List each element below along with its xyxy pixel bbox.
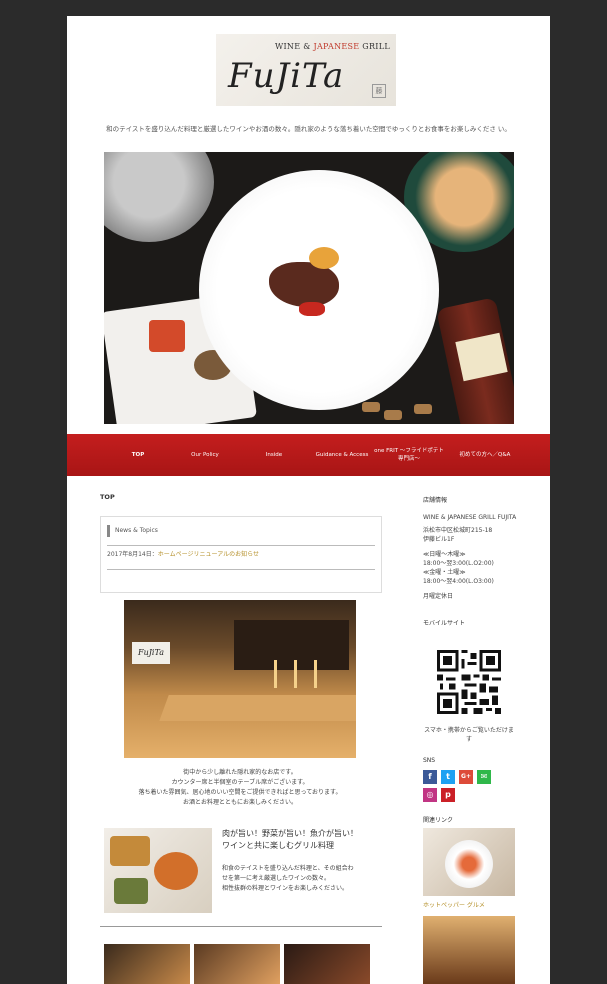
qr-code (437, 650, 501, 714)
facebook-icon[interactable]: f (423, 770, 437, 784)
nav-item-top[interactable]: TOP (107, 434, 169, 476)
hero-food-image (104, 152, 514, 424)
related-links-section: 関連リンク (423, 816, 523, 825)
sidebar-shop-info: 店舗情報 WINE & JAPANESE GRILL FUJITA 浜松市中区松… (423, 496, 523, 628)
shop-intro-text: 街中から少し離れた隠れ家的なお店です。 カウンター席と半個室のテーブル席がござい… (138, 769, 342, 806)
gallery-thumb[interactable] (284, 944, 370, 984)
news-topics-box: News & Topics 2017年8月14日：ホームページリニューアルのお知… (100, 516, 382, 593)
news-item: 2017年8月14日：ホームページリニューアルのお知らせ (107, 551, 260, 558)
shop-info-heading: 店舗情報 (423, 497, 448, 504)
gallery-thumb[interactable] (194, 944, 280, 984)
twitter-icon[interactable]: t (441, 770, 455, 784)
sns-section: SNS (423, 756, 523, 765)
feature-food-image (104, 828, 212, 913)
shop-name: WINE & JAPANESE GRILL FUJITA (423, 514, 517, 521)
logo-seal: 藤 (372, 84, 386, 98)
feature-title: 肉が旨い！野菜が旨い！魚介が旨い！ ワインと共に楽しむグリル料理 (222, 829, 358, 850)
feature-text: 和食のテイストを盛り込んだ料理と、その組合わ せを第一に考え厳選したワインの数々… (222, 865, 354, 892)
nav-item-our-policy[interactable]: Our Policy (173, 434, 237, 476)
shop-hours: ≪日曜～木曜≫ 18:00～翌3:00(L.O2:00) ≪金曜・土曜≫ 18:… (423, 551, 494, 585)
main-nav: TOP Our Policy Inside Guidance & Access … (67, 434, 550, 476)
shop-address: 浜松市中区松城町215-18 伊藤ビル1F (423, 527, 493, 543)
sns-icons: f t G+ ✉ ◎ p (423, 770, 523, 810)
mobile-site-caption: スマホ・携帯からご覧いただけます (424, 727, 514, 743)
logo-name: FuJiTa (228, 56, 345, 96)
nav-item-inside[interactable]: Inside (243, 434, 305, 476)
mobile-site-heading: モバイルサイト (423, 620, 466, 627)
shop-closed-day: 月曜定休日 (423, 593, 454, 600)
news-heading: News & Topics (107, 525, 375, 537)
related-banner-bar[interactable] (423, 916, 515, 984)
hotpepper-banner[interactable] (423, 828, 515, 896)
hotpepper-link[interactable]: ホットペッパー グルメ (423, 900, 485, 909)
site-tagline: 和のテイストを盛り込んだ料理と厳選したワインやお酒の数々。隠れ家のような落ち着い… (106, 125, 511, 133)
interior-photo: FuJiTa (124, 600, 356, 758)
instagram-icon[interactable]: ◎ (423, 788, 437, 802)
interior-sign: FuJiTa (132, 642, 170, 664)
page-container: WINE & JAPANESE GRILL FuJiTa 藤 和のテイストを盛り… (67, 16, 550, 984)
news-link[interactable]: ホームページリニューアルのお知らせ (158, 551, 259, 558)
news-date: 2017年8月14日 (107, 551, 152, 558)
gallery-thumb[interactable] (104, 944, 190, 984)
site-logo[interactable]: WINE & JAPANESE GRILL FuJiTa 藤 (216, 34, 396, 106)
pinterest-icon[interactable]: p (441, 788, 455, 802)
sns-heading: SNS (423, 757, 436, 764)
section-divider (100, 926, 382, 927)
line-icon[interactable]: ✉ (477, 770, 491, 784)
nav-item-one-frit[interactable]: one FRIT ～フライドポテト専門店～ (373, 434, 445, 476)
google-plus-icon[interactable]: G+ (459, 770, 473, 784)
logo-tagline: WINE & JAPANESE GRILL (274, 42, 390, 51)
nav-item-guidance-access[interactable]: Guidance & Access (311, 434, 373, 476)
page-title: TOP (100, 493, 115, 501)
related-links-heading: 関連リンク (423, 817, 454, 824)
nav-item-first-time-qa[interactable]: 初めての方へ／Q&A (447, 434, 523, 476)
